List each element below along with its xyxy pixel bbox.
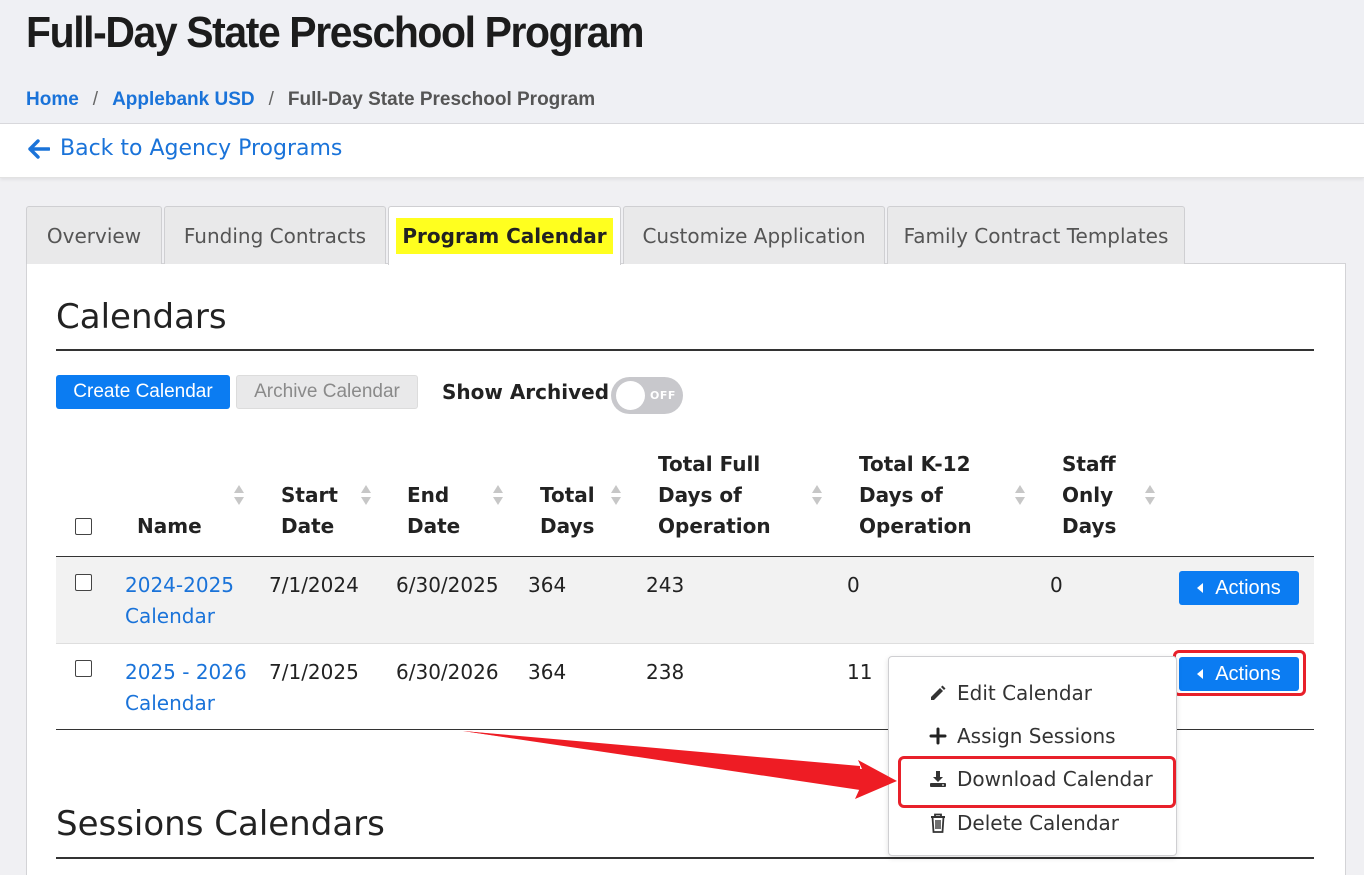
actions-button[interactable]: Actions [1179, 571, 1299, 605]
cell-line: Calendar [125, 604, 215, 628]
heading-divider [56, 349, 1314, 351]
row-checkbox[interactable] [75, 574, 92, 591]
cell-end-date: 6/30/2025 [396, 573, 499, 597]
menu-item-label: Assign Sessions [957, 724, 1116, 748]
cell-full-days: 238 [646, 660, 685, 684]
breadcrumb-current: Full-Day State Preschool Program [287, 89, 596, 110]
menu-item-label: Delete Calendar [957, 811, 1120, 835]
back-to-agency-programs-link[interactable]: Back to Agency Programs [28, 136, 342, 161]
calendar-name-link[interactable]: 2025 - 2026 Calendar [125, 657, 247, 719]
back-bar: Back to Agency Programs [0, 124, 1364, 178]
show-archived-label: Show Archived [442, 380, 610, 404]
row-divider [56, 643, 1314, 644]
menu-item-assign-sessions[interactable]: Assign Sessions [927, 724, 1116, 748]
show-archived-toggle[interactable]: OFF [611, 377, 683, 414]
arrow-left-icon [28, 138, 50, 159]
tab-label: Family Contract Templates [903, 223, 1169, 248]
annotation-highlight-box [898, 756, 1176, 808]
tab-bar: Overview Funding Contracts Program Calen… [26, 206, 1187, 265]
header-line: Date [281, 514, 335, 538]
header-line: Total Full [658, 452, 761, 476]
column-header-total-k12-days[interactable]: Total K-12 Days of Operation [859, 449, 972, 542]
tab-label: Funding Contracts [183, 223, 367, 248]
table-row [56, 557, 1314, 643]
trash-icon [927, 812, 949, 834]
sort-icon[interactable] [492, 483, 504, 507]
cell-k12-days: 0 [847, 573, 860, 597]
breadcrumb-agency[interactable]: Applebank USD [112, 89, 255, 110]
header-line: Start [281, 483, 338, 507]
back-link-label: Back to Agency Programs [60, 136, 343, 161]
breadcrumb-home[interactable]: Home [26, 89, 79, 110]
tab-label: Program Calendar [396, 218, 613, 254]
column-header-total-full-days[interactable]: Total Full Days of Operation [658, 449, 771, 542]
cell-full-days: 243 [646, 573, 685, 597]
heading-divider [56, 857, 1314, 859]
breadcrumb-separator: / [268, 89, 274, 110]
sort-icon[interactable] [233, 483, 245, 507]
tab-family-contract-templates[interactable]: Family Contract Templates [887, 206, 1185, 264]
cell-start-date: 7/1/2024 [269, 573, 359, 597]
cell-line: 2025 - 2026 [125, 660, 247, 684]
tab-funding-contracts[interactable]: Funding Contracts [164, 206, 386, 264]
cell-line: Calendar [125, 691, 215, 715]
menu-item-delete-calendar[interactable]: Delete Calendar [927, 811, 1119, 835]
header-line: Staff [1062, 452, 1116, 476]
tab-program-calendar[interactable]: Program Calendar [388, 206, 621, 265]
tab-overview[interactable]: Overview [26, 206, 162, 264]
header-line: Operation [859, 514, 972, 538]
header-line: Days of [859, 483, 943, 507]
column-header-staff-only-days[interactable]: Staff Only Days [1062, 449, 1116, 542]
sort-icon[interactable] [610, 483, 622, 507]
cell-start-date: 7/1/2025 [269, 660, 359, 684]
page-header: Full-Day State Preschool Program Home / Ap… [0, 0, 1364, 124]
header-line: Operation [658, 514, 771, 538]
menu-item-label: Edit Calendar [957, 681, 1093, 705]
create-calendar-button[interactable]: Create Calendar [56, 375, 230, 409]
caret-left-icon [1197, 583, 1204, 593]
pencil-icon [927, 682, 949, 704]
annotation-highlight-box [1173, 650, 1306, 696]
column-header-total-days[interactable]: Total Days [540, 480, 595, 542]
row-checkbox[interactable] [75, 660, 92, 677]
cell-end-date: 6/30/2026 [396, 660, 499, 684]
cell-k12-days: 11 [847, 660, 873, 684]
tab-label: Customize Application [642, 223, 866, 248]
sort-icon[interactable] [1144, 483, 1156, 507]
sessions-calendars-heading: Sessions Calendars [56, 804, 385, 844]
toggle-knob [616, 381, 645, 410]
cell-total-days: 364 [528, 573, 567, 597]
breadcrumb-separator: / [92, 89, 99, 110]
plus-icon [927, 725, 949, 747]
calendar-name-link[interactable]: 2024-2025 Calendar [125, 570, 234, 632]
tab-customize-application[interactable]: Customize Application [623, 206, 885, 264]
header-line: Total [540, 483, 595, 507]
header-line: Total K-12 [859, 452, 971, 476]
header-line: End [407, 483, 450, 507]
header-line: Days [540, 514, 595, 538]
sort-icon[interactable] [360, 483, 372, 507]
header-line: Date [407, 514, 461, 538]
select-all-checkbox[interactable] [75, 518, 92, 535]
cell-total-days: 364 [528, 660, 567, 684]
column-header-end-date[interactable]: End Date [407, 480, 460, 542]
breadcrumb: Home / Applebank USD / Full-Day State Presch… [26, 89, 595, 111]
page-title: Full-Day State Preschool Program [26, 8, 644, 57]
header-line: Days [1062, 514, 1117, 538]
column-header-start-date[interactable]: Start Date [281, 480, 338, 542]
toggle-state: OFF [650, 389, 676, 402]
calendars-heading: Calendars [56, 297, 227, 337]
tab-label: Overview [46, 223, 142, 248]
cell-line: 2024-2025 [125, 573, 235, 597]
sort-icon[interactable] [811, 483, 823, 507]
header-line: Days of [658, 483, 742, 507]
column-header-name[interactable]: Name [137, 511, 202, 542]
archive-calendar-button[interactable]: Archive Calendar [236, 375, 418, 409]
cell-staff-days: 0 [1050, 573, 1063, 597]
header-line: Only [1062, 483, 1114, 507]
menu-item-edit-calendar[interactable]: Edit Calendar [927, 681, 1092, 705]
sort-icon[interactable] [1014, 483, 1026, 507]
actions-label: Actions [1215, 576, 1281, 599]
